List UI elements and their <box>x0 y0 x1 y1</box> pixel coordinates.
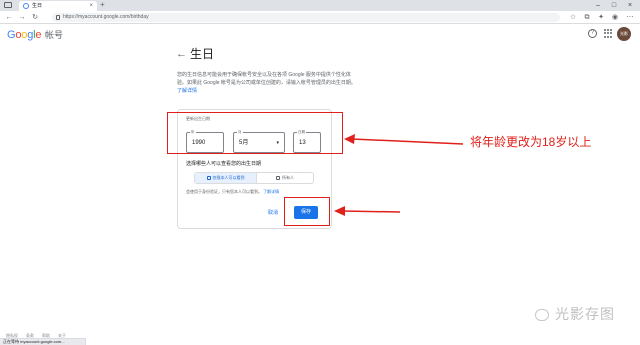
app-header: Google 帐号 ? 光影 <box>0 25 640 47</box>
visibility-note: 会使用于身份验证，只有您本人可以看到。 了解详情 <box>186 189 280 194</box>
annotation-box-date <box>167 112 343 154</box>
tab-actions-icon[interactable] <box>4 2 12 8</box>
help-icon[interactable]: ? <box>588 29 597 38</box>
status-text: 正在等待 myaccount.google.com... <box>3 339 65 344</box>
window-close-icon[interactable]: × <box>622 0 638 11</box>
visibility-toggle: 仅限本人可以看到 所有人 <box>194 172 314 184</box>
browser-toolbar: ← → ↻ https://myaccount.google.com/birth… <box>0 11 640 24</box>
note-learn-more-link[interactable]: 了解详情 <box>263 189 279 194</box>
close-icon[interactable]: × <box>89 2 93 10</box>
forward-icon[interactable]: → <box>17 12 27 23</box>
google-favicon-icon <box>23 3 29 9</box>
visibility-title: 选择哪些人可以查看您的出生日期 <box>186 161 262 167</box>
address-bar[interactable]: https://myaccount.google.com/birthday <box>52 13 560 22</box>
tab-title: 生日 <box>32 3 43 9</box>
google-logo[interactable]: Google <box>7 28 41 42</box>
back-arrow-icon[interactable]: ← <box>176 47 187 61</box>
intro-text: 您的生日信息可能会用于确保帐号安全以及在各项 Google 服务中提供个性化体验… <box>177 72 356 94</box>
lock-icon <box>206 176 211 180</box>
avatar[interactable]: 光影 <box>617 27 631 41</box>
maximize-icon[interactable]: □ <box>606 0 622 11</box>
visibility-only-me[interactable]: 仅限本人可以看到 <box>195 173 257 183</box>
page-title: 生日 <box>190 47 215 61</box>
watermark-logo-icon <box>535 309 549 321</box>
tab-strip: 生日 × + – □ × <box>0 0 640 11</box>
watermark: 光影存图 <box>555 306 615 322</box>
status-bar: 正在等待 myaccount.google.com... <box>0 338 86 345</box>
apps-grid-icon[interactable] <box>604 29 613 38</box>
arrow-to-save-icon <box>334 206 401 216</box>
annotation-box-save <box>284 197 330 226</box>
product-name: 帐号 <box>45 30 64 40</box>
visibility-everyone[interactable]: 所有人 <box>257 173 313 183</box>
browser-tab[interactable]: 生日 × <box>19 1 97 11</box>
annotation-text: 将年龄更改为18岁以上 <box>470 135 592 149</box>
more-menu-icon[interactable]: ⋯ <box>625 12 635 23</box>
new-tab-icon[interactable]: + <box>100 0 105 10</box>
reload-icon[interactable]: ↻ <box>30 12 40 23</box>
minimize-icon[interactable]: – <box>590 0 606 11</box>
learn-more-link[interactable]: 了解详情 <box>177 88 197 94</box>
url-text[interactable]: https://myaccount.google.com/birthday <box>63 13 149 22</box>
collections-icon[interactable]: ⧉ <box>582 12 592 23</box>
lock-icon[interactable] <box>56 15 60 20</box>
star-icon[interactable]: ☆ <box>568 12 578 23</box>
people-icon <box>276 176 280 180</box>
back-icon[interactable]: ← <box>4 12 14 23</box>
cancel-button[interactable]: 取消 <box>268 210 278 216</box>
arrow-to-date-icon <box>344 134 464 145</box>
profile-icon[interactable]: ◉ <box>610 12 620 23</box>
extensions-icon[interactable]: ✦ <box>596 12 606 23</box>
